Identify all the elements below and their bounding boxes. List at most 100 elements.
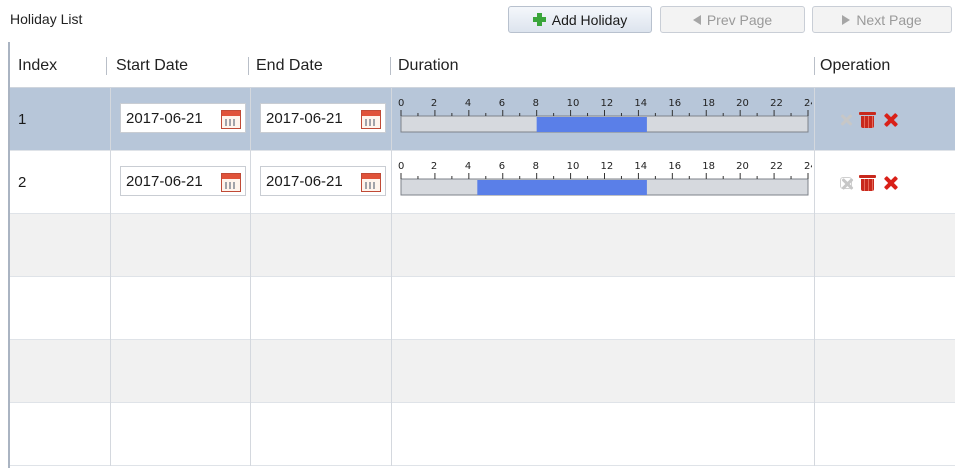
next-page-button[interactable]: Next Page [812,6,952,33]
cell-divider [110,277,111,340]
end-date-field[interactable]: 2017-06-21 [260,166,386,196]
empty-row [10,277,955,340]
cell-divider [814,88,815,151]
duration-tick-label: 20 [736,98,749,109]
cell-divider [250,277,251,340]
prev-page-label: Prev Page [706,11,773,28]
cell-divider [391,340,392,403]
duration-tick-label: 8 [533,98,539,109]
cell-divider [250,403,251,466]
row-operations [840,151,899,214]
cell-divider [250,214,251,277]
duration-tick-label: 2 [431,161,437,172]
empty-row [10,340,955,403]
x-icon[interactable] [883,112,899,128]
holiday-table: Index Start Date End Date Duration Opera… [8,42,955,468]
duration-tick-label: 2 [431,98,437,109]
cell-divider [814,403,815,466]
duration-tick-label: 12 [601,98,614,109]
end-date-value: 2017-06-21 [266,173,343,190]
table-header: Index Start Date End Date Duration Opera… [10,42,955,88]
column-header-operation: Operation [820,57,891,74]
trash-icon[interactable] [859,110,876,129]
table-row[interactable]: 2 2017-06-21 2017-06-21 0 2 4 6 8 10 12 14 16 18 2… [10,151,955,214]
duration-tick-label: 6 [499,161,505,172]
cell-divider [110,151,111,214]
empty-row [10,403,955,466]
end-date-value: 2017-06-21 [266,110,343,127]
duration-tick-label: 18 [702,98,715,109]
cell-divider [391,214,392,277]
cell-divider [110,403,111,466]
duration-timeline[interactable]: 024681012141618202224 [396,96,812,142]
duration-tick-label: 24 [804,98,812,109]
triangle-left-icon [692,14,701,25]
duration-tick-label: 8 [533,161,539,172]
start-date-field[interactable]: 2017-06-21 [120,166,246,196]
cell-divider [814,277,815,340]
duration-tick-label: 0 [398,161,404,172]
column-divider [106,57,107,75]
duration-bar [536,117,647,132]
row-index: 2 [18,174,27,191]
cell-divider [391,277,392,340]
duration-timeline[interactable]: 024681012141618202224 [396,159,812,205]
duration-tick-label: 20 [736,161,749,172]
start-date-field[interactable]: 2017-06-21 [120,103,246,133]
duration-tick-label: 14 [634,98,647,109]
column-divider [814,57,815,75]
column-header-start-date: Start Date [116,57,189,74]
column-divider [248,57,249,75]
duration-tick-label: 10 [567,98,580,109]
cell-divider [391,88,392,151]
duration-tick-label: 6 [499,98,505,109]
calendar-icon[interactable] [221,173,241,192]
duration-tick-label: 4 [465,98,471,109]
cell-divider [110,88,111,151]
column-header-index: Index [18,57,58,74]
column-divider [390,57,391,75]
duration-tick-label: 0 [398,98,404,109]
duration-tick-label: 22 [770,161,783,172]
duration-bar [477,180,647,195]
column-header-end-date: End Date [256,57,323,74]
cell-divider [110,214,111,277]
duration-tick-label: 16 [668,98,681,109]
cell-divider [814,340,815,403]
calendar-icon[interactable] [221,110,241,129]
calendar-icon[interactable] [361,110,381,129]
calendar-icon[interactable] [361,173,381,192]
duration-chart: 024681012141618202224 [398,161,812,196]
prev-page-button[interactable]: Prev Page [660,6,805,33]
row-operations [840,88,899,151]
edit-icon[interactable] [840,176,852,189]
duration-tick-label: 24 [804,161,812,172]
duration-tick-label: 18 [702,161,715,172]
cell-divider [391,403,392,466]
add-holiday-button[interactable]: Add Holiday [508,6,652,33]
edit-icon[interactable] [840,114,852,126]
column-header-duration: Duration [398,57,459,74]
end-date-field[interactable]: 2017-06-21 [260,103,386,133]
trash-icon[interactable] [859,173,876,192]
start-date-value: 2017-06-21 [126,110,203,127]
x-icon[interactable] [883,175,899,191]
plus-icon [532,13,546,26]
cell-divider [391,151,392,214]
panel-title: Holiday List [10,11,83,27]
cell-divider [814,214,815,277]
cell-divider [250,340,251,403]
duration-tick-label: 16 [668,161,681,172]
duration-tick-label: 14 [634,161,647,172]
row-index: 1 [18,111,27,128]
duration-chart: 024681012141618202224 [398,98,812,133]
next-page-label: Next Page [856,11,922,28]
add-holiday-label: Add Holiday [551,11,628,28]
cell-divider [250,88,251,151]
cell-divider [250,151,251,214]
cell-divider [110,340,111,403]
empty-row [10,214,955,277]
cell-divider [814,151,815,214]
duration-tick-label: 12 [601,161,614,172]
table-row[interactable]: 1 2017-06-21 2017-06-21 0 2 4 6 8 10 12 14 16 18 2… [10,88,955,151]
